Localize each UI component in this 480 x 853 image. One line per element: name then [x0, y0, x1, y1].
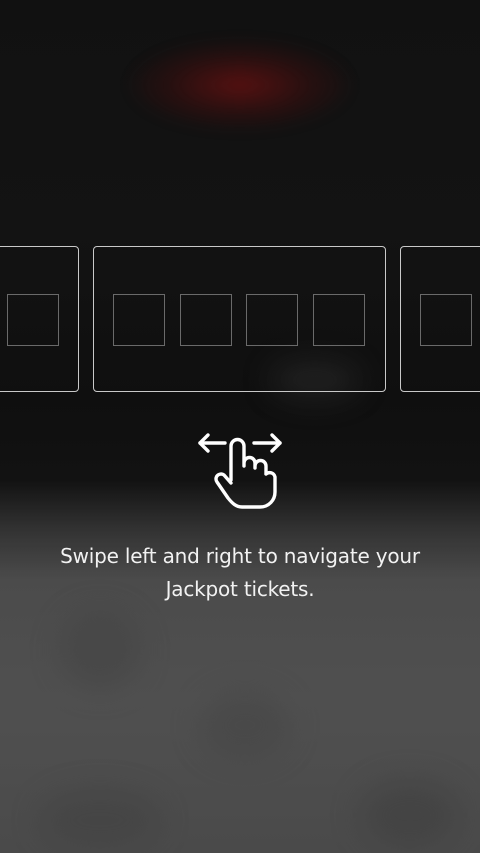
ticket-card-next[interactable]: [400, 246, 480, 392]
swipe-hand-icon: [198, 433, 282, 509]
ticket-card-previous[interactable]: [0, 246, 79, 392]
dim-overlay: [0, 0, 480, 853]
instruction-line: Swipe left and right to navigate your: [60, 544, 420, 568]
ticket-number-slot: [180, 294, 232, 346]
instruction-line: Jackpot tickets.: [165, 577, 315, 601]
instruction-text: Swipe left and right to navigate your Ja…: [40, 540, 440, 606]
ticket-number-slot: [7, 294, 59, 346]
swipe-tutorial-overlay[interactable]: Swipe left and right to navigate your Ja…: [0, 0, 480, 853]
ticket-number-slot: [113, 294, 165, 346]
ticket-number-slot: [246, 294, 298, 346]
ticket-card-current[interactable]: [93, 246, 386, 392]
ticket-number-slot: [313, 294, 365, 346]
ticket-number-slot: [420, 294, 472, 346]
